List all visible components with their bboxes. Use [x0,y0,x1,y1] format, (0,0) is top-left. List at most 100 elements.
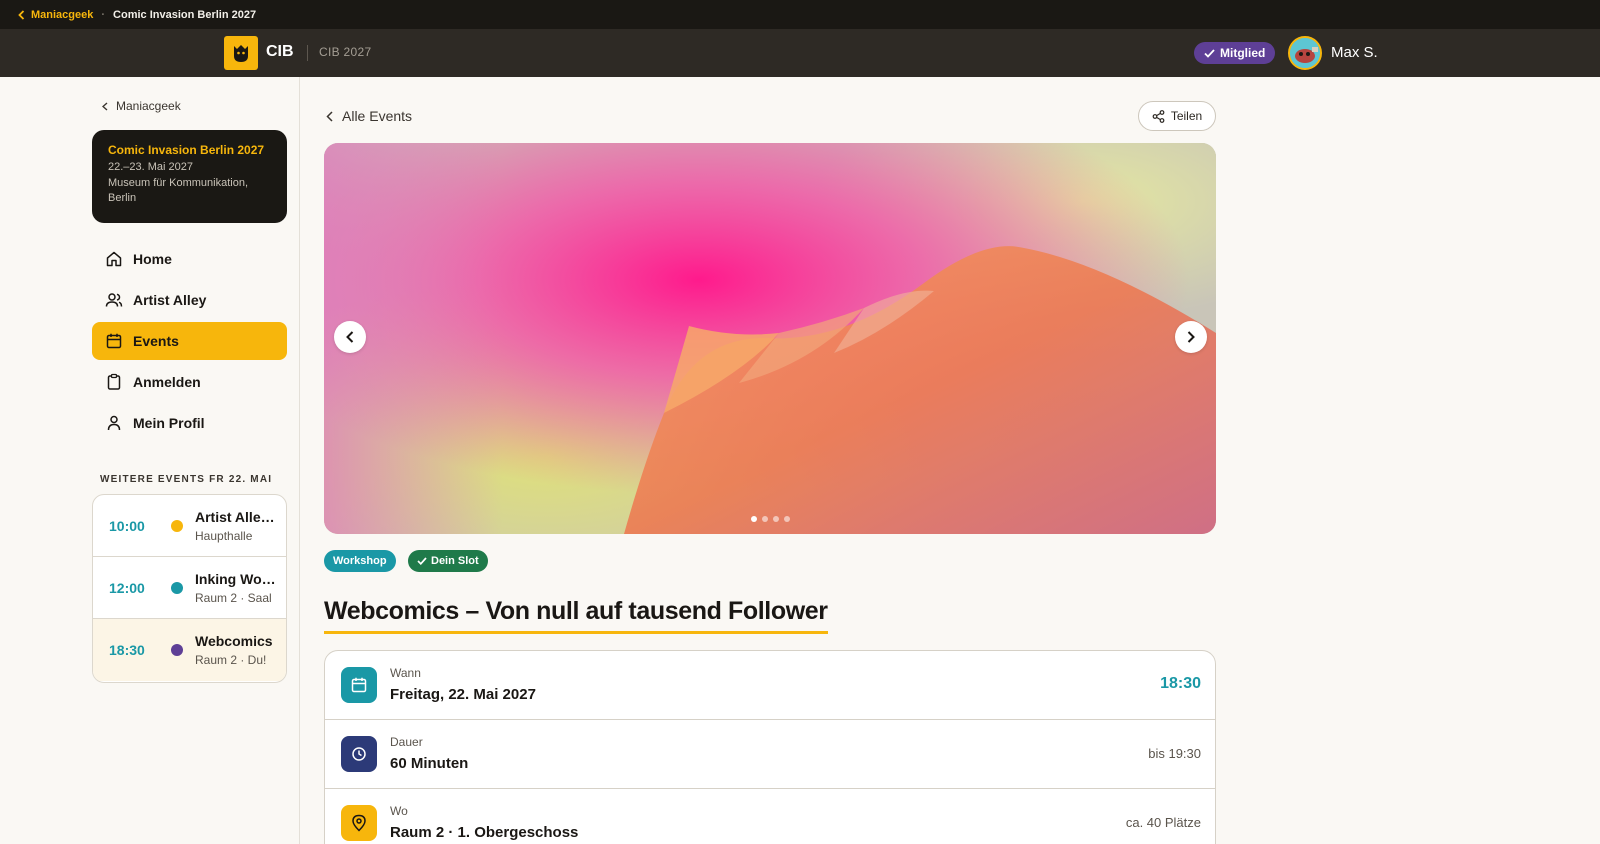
detail-value: Freitag, 22. Mai 2027 [390,686,536,703]
sidebar: Maniacgeek Comic Invasion Berlin 2027 22… [0,77,300,844]
share-button[interactable]: Teilen [1138,101,1216,131]
all-events-label: Alle Events [342,108,413,124]
user-icon [107,415,121,431]
breadcrumb-back-link[interactable]: Maniacgeek [18,9,93,21]
detail-label: Wo [390,804,408,818]
detail-value: 60 Minuten [390,755,469,772]
chevron-right-icon [1187,331,1195,343]
avatar[interactable] [1288,36,1322,70]
event-type-label: Workshop [333,555,387,567]
list-item[interactable]: 18:30 Webcomics Raum 2 · Du! [93,619,286,681]
brand-logo[interactable] [224,36,258,70]
event-time: 18:30 [109,642,145,658]
event-location: Raum 2 · Saal [195,590,272,605]
map-pin-icon [352,814,366,832]
mascot-icon [234,45,248,62]
check-icon [1204,48,1215,58]
carousel-dot[interactable] [773,516,779,522]
event-location: Haupthalle [195,528,253,543]
sidebar-item-label: Anmelden [133,374,201,390]
event-card-dates: 22.–23. Mai 2027 [108,161,194,173]
home-icon [106,251,122,267]
carousel-prev-button[interactable] [334,321,366,353]
detail-label: Wann [390,666,421,680]
detail-icon-box [341,736,377,772]
event-image-carousel[interactable] [324,143,1216,534]
event-details-card: Wann Freitag, 22. Mai 2027 18:30 Dauer 6… [324,650,1216,844]
username[interactable]: Max S. [1331,44,1378,61]
sidebar-item-mein-profil[interactable]: Mein Profil [92,404,287,442]
users-icon [105,293,123,307]
event-title: Webcomics [195,633,273,649]
calendar-icon [351,677,367,693]
event-time: 12:00 [109,579,145,596]
detail-label: Dauer [390,735,423,749]
sidebar-back-link[interactable]: Maniacgeek [102,99,181,113]
carousel-dot[interactable] [784,516,790,522]
clock-icon [352,747,366,761]
start-time: 18:30 [1160,675,1201,692]
event-color-dot [171,581,183,594]
avatar-image [1290,38,1320,68]
carousel-next-button[interactable] [1175,321,1207,353]
chevron-left-icon [346,331,354,343]
capacity: ca. 40 Plätze [1125,815,1201,830]
event-text: Webcomics Raum 2 · Du! [195,633,279,667]
event-card-venue-line2: Berlin [108,192,137,204]
member-badge-label: Mitglied [1220,46,1266,60]
event-time: 10:00 [109,517,145,534]
sidebar-item-label: Mein Profil [133,415,205,431]
detail-value: Raum 2 · 1. Obergeschoss [390,824,579,841]
breadcrumb-title: Comic Invasion Berlin 2027 [113,8,257,21]
hero-image [324,143,1216,534]
event-title: Artist Alley Opening [195,508,279,525]
end-time: bis 19:30 [1148,746,1201,761]
brand-subtitle: CIB 2027 [319,45,372,59]
sidebar-back-label: Maniacgeek [116,99,181,113]
calendar-icon [106,333,122,349]
event-card-name: Comic Invasion Berlin 2027 [108,143,265,157]
carousel-indicators [751,516,790,522]
current-event-card[interactable]: Comic Invasion Berlin 2027 22.–23. Mai 2… [92,130,287,223]
event-color-dot [171,644,183,656]
event-title: Inking Workshop [195,570,279,587]
sidebar-item-home[interactable]: Home [92,240,287,278]
sidebar-item-events[interactable]: Events [92,322,287,360]
event-card-venue-line1: Museum für Kommunikation, [108,177,248,189]
detail-icon-box [341,667,377,703]
event-color-dot [171,519,183,532]
share-label: Teilen [1170,109,1203,123]
check-icon [417,557,427,565]
sidebar-item-label: Home [133,251,172,267]
event-text: Artist Alley Opening Haupthalle [195,509,279,543]
brand-name: CIB [266,43,294,60]
share-icon [1152,109,1165,123]
list-item[interactable]: 10:00 Artist Alley Opening Haupthalle [93,495,286,557]
your-slot-label: Dein Slot [431,555,479,567]
carousel-dot[interactable] [751,516,757,522]
breadcrumb-separator: · [101,8,106,21]
event-text: Inking Workshop Raum 2 · Saal [195,571,279,605]
more-events-list: 10:00 Artist Alley Opening Haupthalle 12… [92,494,287,683]
header-divider [307,45,308,61]
detail-icon-box [341,805,377,841]
all-events-back-link[interactable]: Alle Events [326,108,412,124]
event-card-venue: Museum für Kommunikation, Berlin [108,176,271,206]
event-type-tag: Workshop [324,550,396,572]
detail-row-duration: Dauer 60 Minuten bis 19:30 [325,720,1215,789]
chevron-left-icon [326,110,333,122]
detail-row-when: Wann Freitag, 22. Mai 2027 18:30 [325,651,1215,720]
more-events-heading: WEITERE EVENTS FR 22. MAI [100,474,273,485]
sidebar-item-artist-alley[interactable]: Artist Alley [92,281,287,319]
sidebar-item-label: Events [133,333,179,349]
clipboard-icon [107,373,121,390]
event-location: Raum 2 · Du! [195,653,267,667]
sidebar-item-anmelden[interactable]: Anmelden [92,363,287,401]
detail-row-where: Wo Raum 2 · 1. Obergeschoss ca. 40 Plätz… [325,789,1215,844]
carousel-dot[interactable] [762,516,768,522]
sidebar-item-label: Artist Alley [133,292,207,308]
your-slot-tag: Dein Slot [408,550,488,572]
list-item[interactable]: 12:00 Inking Workshop Raum 2 · Saal [93,557,286,619]
top-breadcrumb-bar: Maniacgeek · Comic Invasion Berlin 2027 [0,0,1600,29]
event-title: Webcomics – Von null auf tausend Followe… [324,597,828,634]
